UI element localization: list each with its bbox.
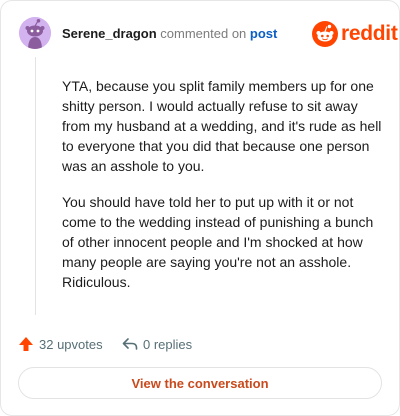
reddit-logo[interactable]: reddit bbox=[312, 21, 398, 47]
upvotes-count: 32 upvotes bbox=[39, 336, 103, 352]
comment-paragraph-2: You should have told her to put up with … bbox=[62, 194, 374, 290]
snoo-avatar-icon bbox=[19, 17, 51, 49]
view-conversation-button[interactable]: View the conversation bbox=[18, 367, 382, 399]
upvote-button[interactable]: 32 upvotes bbox=[18, 334, 103, 354]
reply-arrow-icon bbox=[122, 338, 138, 350]
arrow-up-icon bbox=[19, 337, 33, 351]
user-avatar[interactable] bbox=[19, 17, 51, 49]
thread-line bbox=[35, 57, 36, 315]
reddit-wordmark: reddit bbox=[341, 22, 398, 45]
comment-card: Serene_dragon commented on post reddit Y… bbox=[0, 0, 400, 416]
replies-button[interactable]: 0 replies bbox=[122, 334, 192, 354]
username-link[interactable]: Serene_dragon bbox=[62, 26, 157, 41]
comment-header: Serene_dragon commented on post bbox=[62, 26, 277, 41]
replies-count: 0 replies bbox=[143, 336, 193, 352]
post-link[interactable]: post bbox=[250, 26, 277, 41]
comment-paragraph-1: YTA, because you split family members up… bbox=[62, 78, 382, 174]
reddit-snoo-logo bbox=[312, 21, 338, 47]
action-text: commented on bbox=[160, 26, 247, 41]
